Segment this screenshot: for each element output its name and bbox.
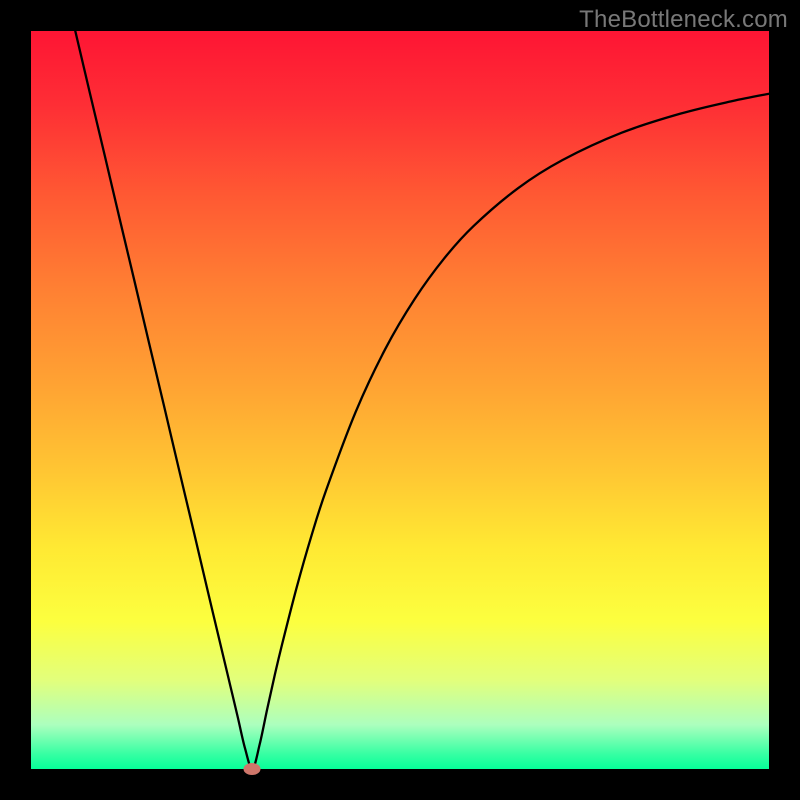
plot-area (31, 31, 769, 769)
watermark-text: TheBottleneck.com (579, 6, 788, 34)
minimum-marker (244, 763, 261, 775)
chart-frame: TheBottleneck.com (0, 0, 800, 800)
curve-svg (31, 31, 769, 769)
bottleneck-curve (75, 31, 769, 769)
